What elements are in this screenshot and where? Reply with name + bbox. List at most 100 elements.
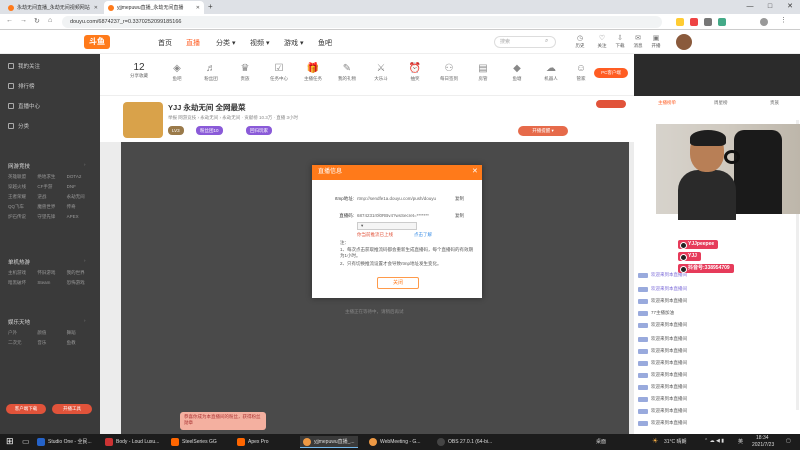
weather-text[interactable]: 31°C 晴朗 xyxy=(664,438,687,445)
browser-menu-icon[interactable]: ⋮ xyxy=(780,16,787,24)
function-item[interactable]: ♬ 粉丝团 xyxy=(196,62,226,82)
clock-date[interactable]: 2021/7/23 xyxy=(752,442,774,448)
extension-icon[interactable] xyxy=(676,18,684,26)
nav-live[interactable]: 直播 xyxy=(186,38,200,48)
streamer-avatar[interactable] xyxy=(123,102,163,138)
help-link[interactable]: 点击了解 xyxy=(414,232,432,238)
url-input[interactable]: douyu.com/6874237_r=0.3370252099185166 xyxy=(62,16,662,28)
nav-game[interactable]: 游戏 ▾ xyxy=(284,38,303,48)
search-icon[interactable]: ⌕ xyxy=(545,38,548,45)
minimize-button[interactable]: — xyxy=(740,0,760,14)
header-download[interactable]: ⇩ 下载 xyxy=(610,34,630,49)
nav-video[interactable]: 视频 ▾ xyxy=(250,38,269,48)
tab-week-star[interactable]: 周星榜 xyxy=(714,100,728,106)
sidebar-game-link[interactable]: Steam xyxy=(37,280,66,286)
ime-indicator[interactable]: 英 xyxy=(738,438,743,445)
function-item[interactable]: 🎁 主播任务 xyxy=(298,62,328,82)
extension-icon[interactable] xyxy=(690,18,698,26)
sidebar-game-link[interactable]: 二次元 xyxy=(8,340,37,346)
home-icon[interactable]: ⌂ xyxy=(48,17,52,24)
rtmp-address-field[interactable]: rtmp://sendfe1a.douyu.com/push/douyu xyxy=(357,194,453,203)
nav-home[interactable]: 首页 xyxy=(158,38,172,48)
copy-rtmp-button[interactable]: 复制 xyxy=(455,196,464,202)
sidebar-game-link[interactable]: 永劫无间 xyxy=(67,194,96,200)
tab-anchor-rank[interactable]: 主播榜单 xyxy=(658,100,676,106)
function-item[interactable]: ◆ 鱼塘 xyxy=(502,62,532,82)
share-count[interactable]: 12 分享收藏 xyxy=(124,62,154,79)
sidebar-game-link[interactable]: 怀旧游戏 xyxy=(37,270,66,276)
return-badge[interactable]: 回归玩家 xyxy=(246,126,272,135)
sidebar-game-link[interactable]: CF手游 xyxy=(37,184,66,190)
sidebar-game-link[interactable]: 炉石传说 xyxy=(8,214,37,220)
broadcast-tool-button[interactable]: 开播工具 xyxy=(52,404,92,414)
taskbar-app[interactable]: Studio One - 全民... xyxy=(34,436,95,448)
function-item[interactable]: ♛ 贵族 xyxy=(230,62,260,82)
remind-button[interactable]: 开播提醒 ▾ xyxy=(518,126,568,136)
function-item[interactable]: ✎ 我的礼物 xyxy=(332,62,362,82)
sidebar-game-link[interactable]: 主机游戏 xyxy=(8,270,37,276)
function-item[interactable]: ⚔ 大乐斗 xyxy=(366,62,396,82)
taskbar-app[interactable]: yjjmepuwu直播_... xyxy=(300,436,358,448)
nav-yuba[interactable]: 鱼吧 xyxy=(318,38,332,48)
header-message[interactable]: ✉ 消息 xyxy=(628,34,648,49)
extension-icon[interactable] xyxy=(718,18,726,26)
copy-stream-code-button[interactable]: 复制 xyxy=(455,213,464,219)
reload-icon[interactable]: ↻ xyxy=(34,17,40,25)
sidebar-game-link[interactable]: 音乐 xyxy=(37,340,66,346)
sidebar-game-link[interactable]: 王者荣耀 xyxy=(8,194,37,200)
close-window-button[interactable]: ✕ xyxy=(780,0,800,14)
sidebar-item-live-center[interactable]: 直播中心 xyxy=(8,102,40,110)
header-history[interactable]: ◷ 历史 xyxy=(570,34,590,49)
function-item[interactable]: ⚇ 每日签到 xyxy=(434,62,464,82)
client-download-button[interactable]: 客户端下载 xyxy=(6,404,46,414)
modal-close-button[interactable]: 关闭 xyxy=(377,277,419,289)
sidebar-item-category[interactable]: 分类 xyxy=(8,122,29,130)
line-select[interactable]: ▾ xyxy=(357,222,417,230)
browser-tab-1[interactable]: 永劫无间直播_永劫无间视频网站 ✕ xyxy=(4,1,102,14)
sidebar-game-link[interactable]: 传奇 xyxy=(67,204,96,210)
fan-badge[interactable]: 粉丝团10 xyxy=(196,126,223,135)
taskbar-app[interactable]: OBS 27.0.1 (64-bi... xyxy=(434,436,495,448)
sidebar-game-link[interactable]: 舞蹈 xyxy=(67,330,96,336)
sidebar-section-title[interactable]: 单机热游 › xyxy=(8,258,86,266)
extension-icon[interactable] xyxy=(704,18,712,26)
header-broadcast[interactable]: ▣ 开播 xyxy=(646,34,666,49)
sidebar-game-link[interactable]: 守望先锋 xyxy=(37,214,66,220)
tab-close-icon[interactable]: ✕ xyxy=(196,5,200,11)
close-icon[interactable]: ✕ xyxy=(472,167,478,175)
function-item[interactable]: ☺ 管家 xyxy=(566,62,596,82)
sidebar-game-link[interactable]: 鱼教 xyxy=(67,340,96,346)
function-item[interactable]: ⏰ 抽奖 xyxy=(400,62,430,82)
clock-time[interactable]: 18:34 xyxy=(756,435,769,441)
sidebar-game-link[interactable]: 颜值 xyxy=(37,330,66,336)
sidebar-game-link[interactable]: 暗黑破坏 xyxy=(8,280,37,286)
forward-icon[interactable]: → xyxy=(20,17,27,24)
sidebar-game-link[interactable]: 我的世界 xyxy=(67,270,96,276)
function-item[interactable]: ☁ 机器人 xyxy=(536,62,566,82)
taskbar-app[interactable]: Apex Pro xyxy=(234,436,272,448)
notification-icon[interactable]: ▢ xyxy=(786,438,791,444)
sidebar-game-link[interactable]: APEX xyxy=(67,214,96,220)
function-item[interactable]: ◈ 鱼吧 xyxy=(162,62,192,82)
tab-noble[interactable]: 贵族 xyxy=(770,100,779,106)
sidebar-game-link[interactable]: 英雄联盟 xyxy=(8,174,37,180)
stream-code-field[interactable]: 6874231r0l0RBv4?wsSecret=******* xyxy=(357,211,453,220)
sidebar-section-title[interactable]: 娱乐天地 › xyxy=(8,318,86,326)
back-icon[interactable]: ← xyxy=(6,17,13,24)
windows-start-icon[interactable]: ⊞ xyxy=(6,436,14,447)
profile-icon[interactable] xyxy=(760,18,768,26)
sidebar-item-follow[interactable]: 我的关注 xyxy=(8,62,40,70)
sidebar-game-link[interactable]: DNF xyxy=(67,184,96,190)
task-view-icon[interactable]: ▭ xyxy=(22,437,30,446)
header-follow[interactable]: ♡ 关注 xyxy=(592,34,612,49)
sidebar-game-link[interactable]: 绝地求生 xyxy=(37,174,66,180)
taskbar-app[interactable]: WebMeeting - G... xyxy=(366,436,423,448)
sidebar-game-link[interactable]: DOTA2 xyxy=(67,174,96,180)
taskbar-app[interactable]: Body - Loud Luxu... xyxy=(102,436,162,448)
sidebar-game-link[interactable]: 穿越火线 xyxy=(8,184,37,190)
sidebar-game-link[interactable]: 逆战 xyxy=(37,194,66,200)
sidebar-game-link[interactable]: QQ飞车 xyxy=(8,204,37,210)
tab-close-icon[interactable]: ✕ xyxy=(94,5,98,11)
sidebar-game-link[interactable]: 恐怖游戏 xyxy=(67,280,96,286)
taskbar-app[interactable]: SteelSeries GG xyxy=(168,436,220,448)
